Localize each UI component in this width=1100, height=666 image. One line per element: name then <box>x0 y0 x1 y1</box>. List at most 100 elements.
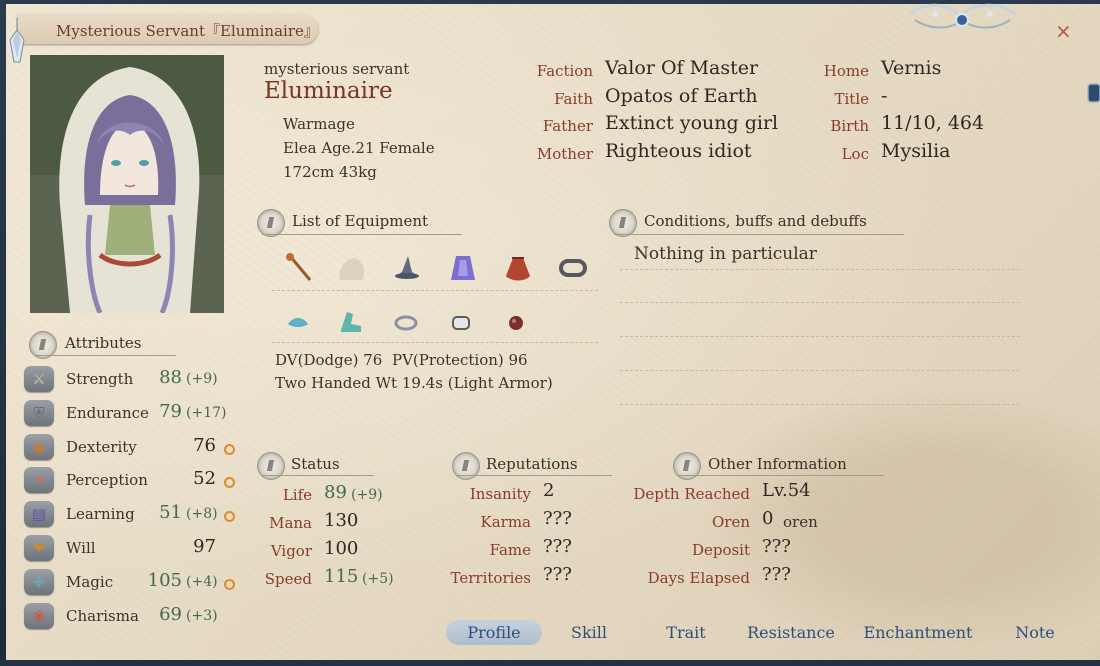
witch-hat-icon[interactable] <box>392 252 422 282</box>
protection-value: PV(Protection) 96 <box>392 351 528 369</box>
conditions-heading: Conditions, buffs and debuffs <box>644 212 867 230</box>
other-info-unit: oren <box>783 513 818 531</box>
attribute-bonus: (+9) <box>186 371 218 387</box>
potential-indicator-icon <box>224 578 235 590</box>
profile-label: Home <box>823 62 869 80</box>
armor-icon-glyph: ⛨ <box>33 403 45 422</box>
profile-value: Righteous idiot <box>605 140 752 162</box>
status-bonus: (+9) <box>351 487 383 503</box>
gem-icon[interactable] <box>505 311 527 335</box>
equipment-heading: List of Equipment <box>292 212 429 230</box>
tab-resistance[interactable]: Resistance <box>742 620 840 645</box>
profile-label: Faction <box>536 62 593 80</box>
profile-value: Mysilia <box>881 140 951 162</box>
attribute-value: 97 <box>193 536 216 557</box>
ornament-icon <box>909 3 1016 29</box>
profile-value: 11/10, 464 <box>881 112 985 134</box>
magic-icon: ❈ <box>24 568 54 595</box>
potential-indicator-icon <box>224 477 235 489</box>
crystal-pendant-icon <box>9 18 25 63</box>
attribute-name: Learning <box>66 505 135 524</box>
side-gem-icon <box>1087 83 1100 103</box>
profile-value: - <box>881 85 888 107</box>
profile-label: Faith <box>554 90 593 108</box>
reputations-heading: Reputations <box>486 455 578 473</box>
weight-info: Two Handed Wt 19.4s (Light Armor) <box>275 374 553 392</box>
other-info-label: Oren <box>711 513 750 531</box>
potential-indicator-icon <box>224 511 235 523</box>
conditions-row-line <box>620 370 1020 371</box>
potential-indicator-icon <box>224 443 235 455</box>
equipment-row-separator <box>272 342 598 343</box>
ring-icon[interactable] <box>558 256 588 280</box>
other-info-label: Days Elapsed <box>647 569 750 587</box>
tab-note[interactable]: Note <box>1002 620 1068 645</box>
equipment-row-separator <box>272 290 598 291</box>
conditions-row-line <box>620 269 1020 270</box>
dexterity-icon-glyph: ◉ <box>32 437 46 456</box>
attribute-bonus: (+4) <box>186 573 218 590</box>
reputation-label: Insanity <box>469 485 531 503</box>
character-height-weight: 172cm 43kg <box>283 163 377 181</box>
character-name: Eluminaire <box>264 78 393 104</box>
window-left-edge <box>0 0 6 666</box>
tab-skill[interactable]: Skill <box>548 620 630 645</box>
attributes-heading-underline <box>34 355 176 356</box>
armor-icon: ⛨ <box>24 399 54 426</box>
gloves-icon[interactable] <box>285 312 311 334</box>
profile-label: Title <box>834 90 869 108</box>
conditions-heading-underline <box>614 234 904 235</box>
status-label: Mana <box>269 514 312 532</box>
attribute-bonus: (+17) <box>186 404 227 421</box>
window-title: Mysterious Servant『Eluminaire』 <box>56 22 319 40</box>
attribute-name: Charisma <box>66 606 139 625</box>
reputation-label: Karma <box>480 513 532 531</box>
status-value: 89 <box>324 482 347 503</box>
portrait-image <box>30 55 224 313</box>
equipment-section-icon <box>257 209 285 237</box>
charisma-icon: ❀ <box>24 602 54 629</box>
status-label: Life <box>282 486 312 504</box>
profile-label: Birth <box>830 117 869 135</box>
status-value: 100 <box>324 538 359 559</box>
status-value: 115 <box>324 566 359 587</box>
character-class: Warmage <box>283 115 355 133</box>
character-race-age-sex: Elea Age.21 Female <box>283 139 435 157</box>
other-info-value: ??? <box>762 536 791 557</box>
other-info-label: Depth Reached <box>633 485 750 503</box>
pouch-icon[interactable] <box>503 252 533 284</box>
boots-icon[interactable] <box>337 308 365 336</box>
attribute-name: Will <box>66 539 96 557</box>
book-icon-glyph: ▤ <box>31 505 47 524</box>
staff-icon[interactable] <box>284 252 314 284</box>
status-heading-underline <box>262 475 374 476</box>
conditions-row-line <box>620 302 1020 303</box>
profile-label: Mother <box>536 145 593 163</box>
attribute-value: 51 <box>159 502 182 524</box>
status-label: Speed <box>264 570 312 588</box>
profile-value: Vernis <box>881 57 942 79</box>
status-value: 130 <box>324 510 359 531</box>
tab-trait[interactable]: Trait <box>645 620 727 645</box>
close-button[interactable]: × <box>1055 19 1072 43</box>
tab-enchantment[interactable]: Enchantment <box>860 620 976 645</box>
will-icon: ❤ <box>24 535 54 561</box>
other-info-value: Lv.54 <box>762 480 811 501</box>
charisma-icon-glyph: ❀ <box>32 606 46 625</box>
tab-profile[interactable]: Profile <box>446 620 542 645</box>
amulet-icon[interactable] <box>393 312 419 334</box>
status-bonus: (+5) <box>362 571 394 587</box>
cloak-icon[interactable] <box>448 252 478 284</box>
attributes-heading: Attributes <box>65 334 142 352</box>
profile-label: Loc <box>841 145 869 163</box>
attribute-name: Magic <box>66 572 114 591</box>
attribute-value: 88 <box>159 367 182 388</box>
profile-label: Father <box>542 117 593 135</box>
book-icon: ▤ <box>24 501 54 528</box>
attribute-value: 76 <box>193 434 216 456</box>
empty-slot-icon[interactable] <box>334 252 368 284</box>
dodge-value: DV(Dodge) 76 <box>275 351 383 369</box>
bracer-icon[interactable] <box>449 312 473 334</box>
attribute-value: 52 <box>193 468 216 490</box>
attribute-bonus: (+8) <box>186 506 218 523</box>
